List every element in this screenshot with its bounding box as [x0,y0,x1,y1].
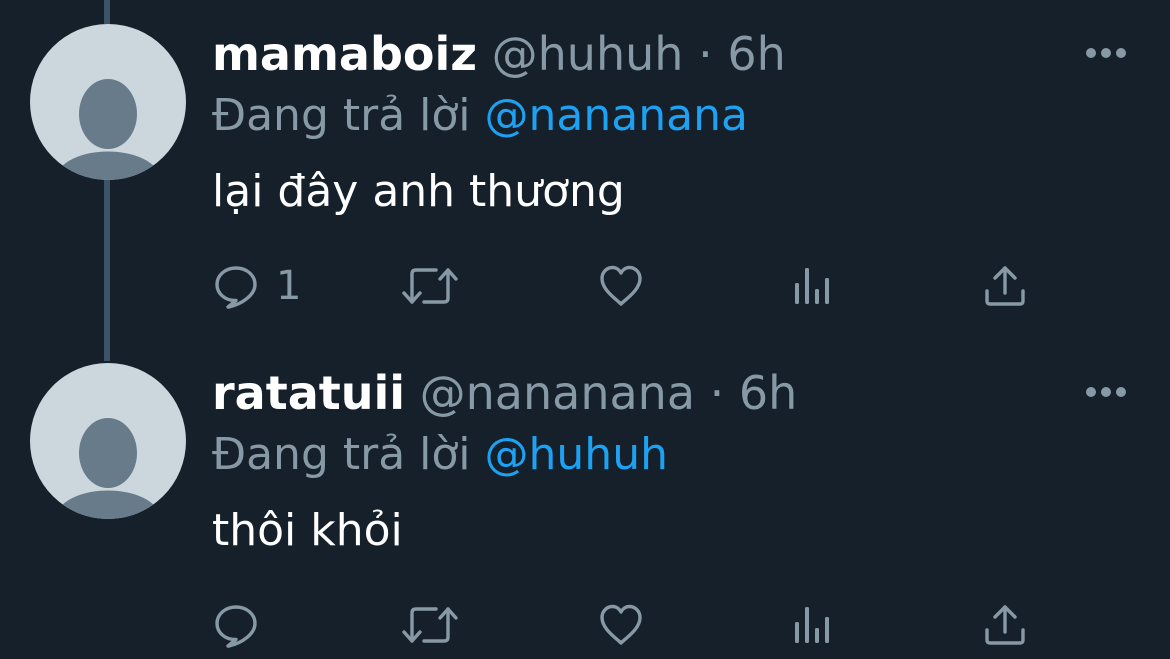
more-icon [1086,387,1126,397]
default-avatar-icon [54,79,162,180]
tweet-header: mamaboiz @huhuh · 6h [212,26,786,82]
timestamp[interactable]: 6h [739,366,797,420]
retweet-icon [402,268,458,304]
tweet[interactable]: ratatuii @nananana · 6h Đang trả lời @hu… [0,339,1170,659]
analytics-button[interactable] [792,262,834,310]
display-name[interactable]: ratatuii [212,366,405,420]
tweet-text: thôi khỏi [212,505,403,556]
reply-button[interactable] [212,601,276,649]
reply-icon [215,605,257,648]
replying-to-label: Đang trả lời [212,429,471,480]
analytics-button[interactable] [792,601,834,649]
mention-link[interactable]: @nananana [485,90,748,141]
user-handle[interactable]: @huhuh [492,27,684,81]
retweet-icon [402,607,458,643]
heart-icon [600,604,642,645]
separator-dot: · [709,366,725,420]
like-button[interactable] [598,601,644,649]
user-handle[interactable]: @nananana [420,366,695,420]
share-icon [985,605,1025,645]
separator-dot: · [698,27,713,81]
default-avatar-icon [54,418,162,519]
reply-count: 1 [276,263,302,309]
heart-icon [600,265,642,306]
tweet[interactable]: mamaboiz @huhuh · 6h Đang trả lời @nanan… [0,0,1170,340]
avatar[interactable] [30,363,186,519]
avatar[interactable] [30,24,186,180]
tweet-thread: mamaboiz @huhuh · 6h Đang trả lời @nanan… [0,0,1170,659]
share-icon [985,266,1025,306]
analytics-icon [795,607,829,643]
like-button[interactable] [598,262,644,310]
tweet-header: ratatuii @nananana · 6h [212,365,797,421]
replying-to-label: Đang trả lời [212,90,471,141]
more-icon [1086,48,1126,58]
timestamp[interactable]: 6h [727,27,785,81]
reply-button[interactable]: 1 [212,262,301,310]
more-options-button[interactable] [1084,381,1128,403]
more-options-button[interactable] [1084,42,1128,64]
replying-to: Đang trả lời @huhuh [212,427,668,483]
share-button[interactable] [982,601,1028,649]
replying-to: Đang trả lời @nananana [212,88,748,144]
retweet-button[interactable] [402,601,458,649]
retweet-button[interactable] [402,262,458,310]
reply-icon [215,266,257,309]
display-name[interactable]: mamaboiz [212,27,477,81]
analytics-icon [795,268,829,304]
share-button[interactable] [982,262,1028,310]
mention-link[interactable]: @huhuh [485,429,668,480]
tweet-text: lại đây anh thương [212,166,625,217]
